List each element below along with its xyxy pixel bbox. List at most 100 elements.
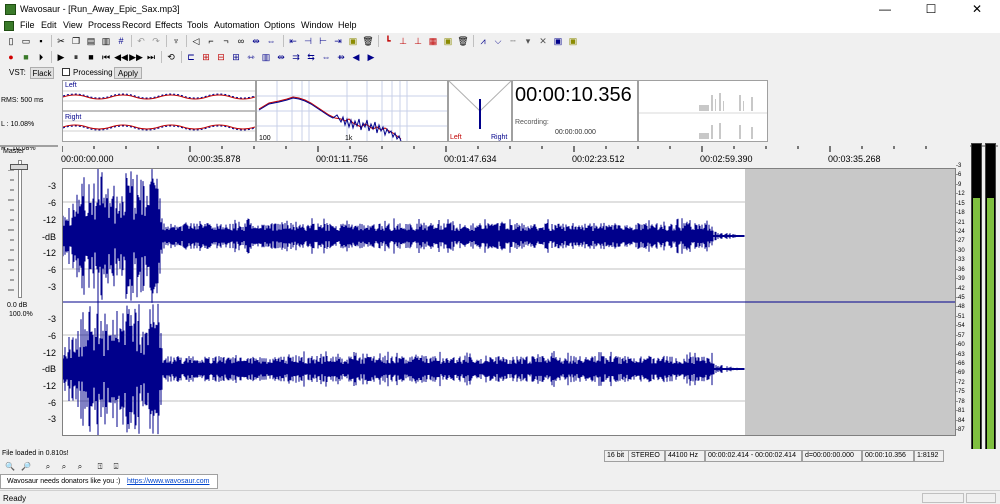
- zoom-all-icon[interactable]: ⌕: [74, 461, 86, 473]
- record-icon[interactable]: ●: [4, 50, 18, 64]
- prev-icon[interactable]: ◀: [349, 50, 363, 64]
- envelope-line-icon[interactable]: ┄: [506, 34, 520, 48]
- next-icon[interactable]: ▶: [364, 50, 378, 64]
- vu-scale-label: -87: [956, 427, 965, 434]
- trim-left-icon[interactable]: ⊣: [301, 34, 315, 48]
- mix-icon[interactable]: ⊞: [229, 50, 243, 64]
- normalize-icon[interactable]: ⇹: [249, 34, 263, 48]
- marker-lock-icon[interactable]: ▣: [441, 34, 455, 48]
- zoom-selection-icon[interactable]: ⌕: [58, 461, 70, 473]
- envelope-icon[interactable]: ⩘: [476, 34, 490, 48]
- fade-in-icon[interactable]: ⌐: [204, 34, 218, 48]
- play-icon[interactable]: ▶: [54, 50, 68, 64]
- zoom-vertical-out-icon[interactable]: ⍗: [110, 461, 122, 473]
- marker-icon[interactable]: ▣: [346, 34, 360, 48]
- stop-icon[interactable]: ■: [84, 50, 98, 64]
- stereo-merge-icon[interactable]: ⇔: [319, 50, 333, 64]
- zoom-out-icon[interactable]: 🔎: [20, 461, 32, 473]
- zoom-vertical-in-icon[interactable]: ⍐: [94, 461, 106, 473]
- zoom-fit-icon[interactable]: ⌕: [42, 461, 54, 473]
- marker-region-icon[interactable]: ▦: [426, 34, 440, 48]
- phase-right-label: Right: [491, 134, 508, 141]
- marker-in-icon[interactable]: ◁: [189, 34, 203, 48]
- copy-icon[interactable]: ❐: [69, 34, 83, 48]
- envelope-clear-icon[interactable]: ✕: [536, 34, 550, 48]
- waveform-path: [62, 303, 745, 435]
- delete-icon[interactable]: 🗑: [361, 34, 375, 48]
- forward-icon[interactable]: ▶▶: [129, 50, 143, 64]
- vu-scale-label: -30: [956, 247, 965, 254]
- menu-options[interactable]: Options: [264, 20, 295, 30]
- vu-scale-label: -57: [956, 332, 965, 339]
- menu-window[interactable]: Window: [301, 20, 333, 30]
- silence-icon[interactable]: ⊏: [184, 50, 198, 64]
- right-channel-waveform: [62, 303, 745, 435]
- vu-scale-label: -63: [956, 351, 965, 358]
- stretch-icon[interactable]: ⇿: [244, 50, 258, 64]
- go-start-icon[interactable]: ⇤: [286, 34, 300, 48]
- paste-mix-icon[interactable]: ▥: [99, 34, 113, 48]
- tuning-fork-icon[interactable]: ♆: [169, 34, 183, 48]
- marker-delete-icon[interactable]: 🗑: [456, 34, 470, 48]
- menu-help[interactable]: Help: [338, 20, 357, 30]
- go-end-icon[interactable]: ⇥: [331, 34, 345, 48]
- menu-view[interactable]: View: [63, 20, 82, 30]
- envelope-point-icon[interactable]: ⌵: [491, 34, 505, 48]
- zoom-in-icon[interactable]: 🔍: [4, 461, 16, 473]
- menu-record[interactable]: Record: [122, 20, 151, 30]
- add-marker-icon[interactable]: ┗: [381, 34, 395, 48]
- app-icon[interactable]: [5, 4, 16, 15]
- envelope-lock-icon[interactable]: ▣: [566, 34, 580, 48]
- loop-play-icon[interactable]: ⟲: [164, 50, 178, 64]
- menu-process[interactable]: Process: [88, 20, 121, 30]
- invert-icon[interactable]: ⊟: [214, 50, 228, 64]
- processing-checkbox[interactable]: [62, 68, 70, 76]
- spectrum-graph: [257, 81, 447, 142]
- channel-swap-icon[interactable]: ⇆: [304, 50, 318, 64]
- close-button[interactable]: ✕: [954, 0, 1000, 19]
- waveform-view[interactable]: [62, 168, 956, 436]
- zoom-out-time-icon[interactable]: ⇉: [289, 50, 303, 64]
- menu-edit[interactable]: Edit: [41, 20, 57, 30]
- current-time: 00:00:10.356: [515, 84, 632, 106]
- flatten-button[interactable]: Flack: [30, 67, 54, 79]
- resample-icon[interactable]: ⇹: [274, 50, 288, 64]
- envelope-dropdown-icon[interactable]: ▾: [521, 34, 535, 48]
- menu-tools[interactable]: Tools: [187, 20, 208, 30]
- open-folder-icon[interactable]: ▭: [19, 34, 33, 48]
- crop-icon[interactable]: #: [114, 34, 128, 48]
- skip-forward-icon[interactable]: ⏭: [144, 50, 158, 64]
- marker-prev-icon[interactable]: ⊥: [396, 34, 410, 48]
- menu-effects[interactable]: Effects: [155, 20, 182, 30]
- cut-icon[interactable]: ✂: [54, 34, 68, 48]
- pitch-icon[interactable]: ▥: [259, 50, 273, 64]
- rewind-icon[interactable]: ◀◀: [114, 50, 128, 64]
- fade-out-icon[interactable]: ¬: [219, 34, 233, 48]
- loop-icon[interactable]: ∞: [234, 34, 248, 48]
- menu-automation[interactable]: Automation: [214, 20, 260, 30]
- marker-next-icon[interactable]: ⊥: [411, 34, 425, 48]
- new-file-icon[interactable]: ▯: [4, 34, 18, 48]
- spectrum-100-label: 100: [259, 135, 271, 142]
- document-icon[interactable]: [4, 21, 14, 31]
- skip-back-icon[interactable]: ⏮: [99, 50, 113, 64]
- play-selection-icon[interactable]: ⏵: [34, 50, 48, 64]
- master-fader-track[interactable]: [18, 160, 22, 298]
- db-label: -12: [42, 348, 56, 358]
- apply-button[interactable]: Apply: [114, 67, 142, 79]
- amplify-icon[interactable]: ⇔: [264, 34, 278, 48]
- pause-icon[interactable]: ⏸: [69, 50, 83, 64]
- monitor-icon[interactable]: ■: [19, 50, 33, 64]
- redo-icon[interactable]: ↷: [149, 34, 163, 48]
- envelope-box-icon[interactable]: ▣: [551, 34, 565, 48]
- minimize-button[interactable]: —: [862, 0, 908, 19]
- reverse-icon[interactable]: ⊞: [199, 50, 213, 64]
- paste-icon[interactable]: ▤: [84, 34, 98, 48]
- menu-file[interactable]: File: [20, 20, 35, 30]
- website-link[interactable]: https://www.wavosaur.com: [127, 478, 209, 485]
- undo-icon[interactable]: ↶: [134, 34, 148, 48]
- maximize-button[interactable]: ☐: [908, 0, 954, 19]
- trim-right-icon[interactable]: ⊢: [316, 34, 330, 48]
- stereo-split-icon[interactable]: ⇻: [334, 50, 348, 64]
- save-icon[interactable]: ▪: [34, 34, 48, 48]
